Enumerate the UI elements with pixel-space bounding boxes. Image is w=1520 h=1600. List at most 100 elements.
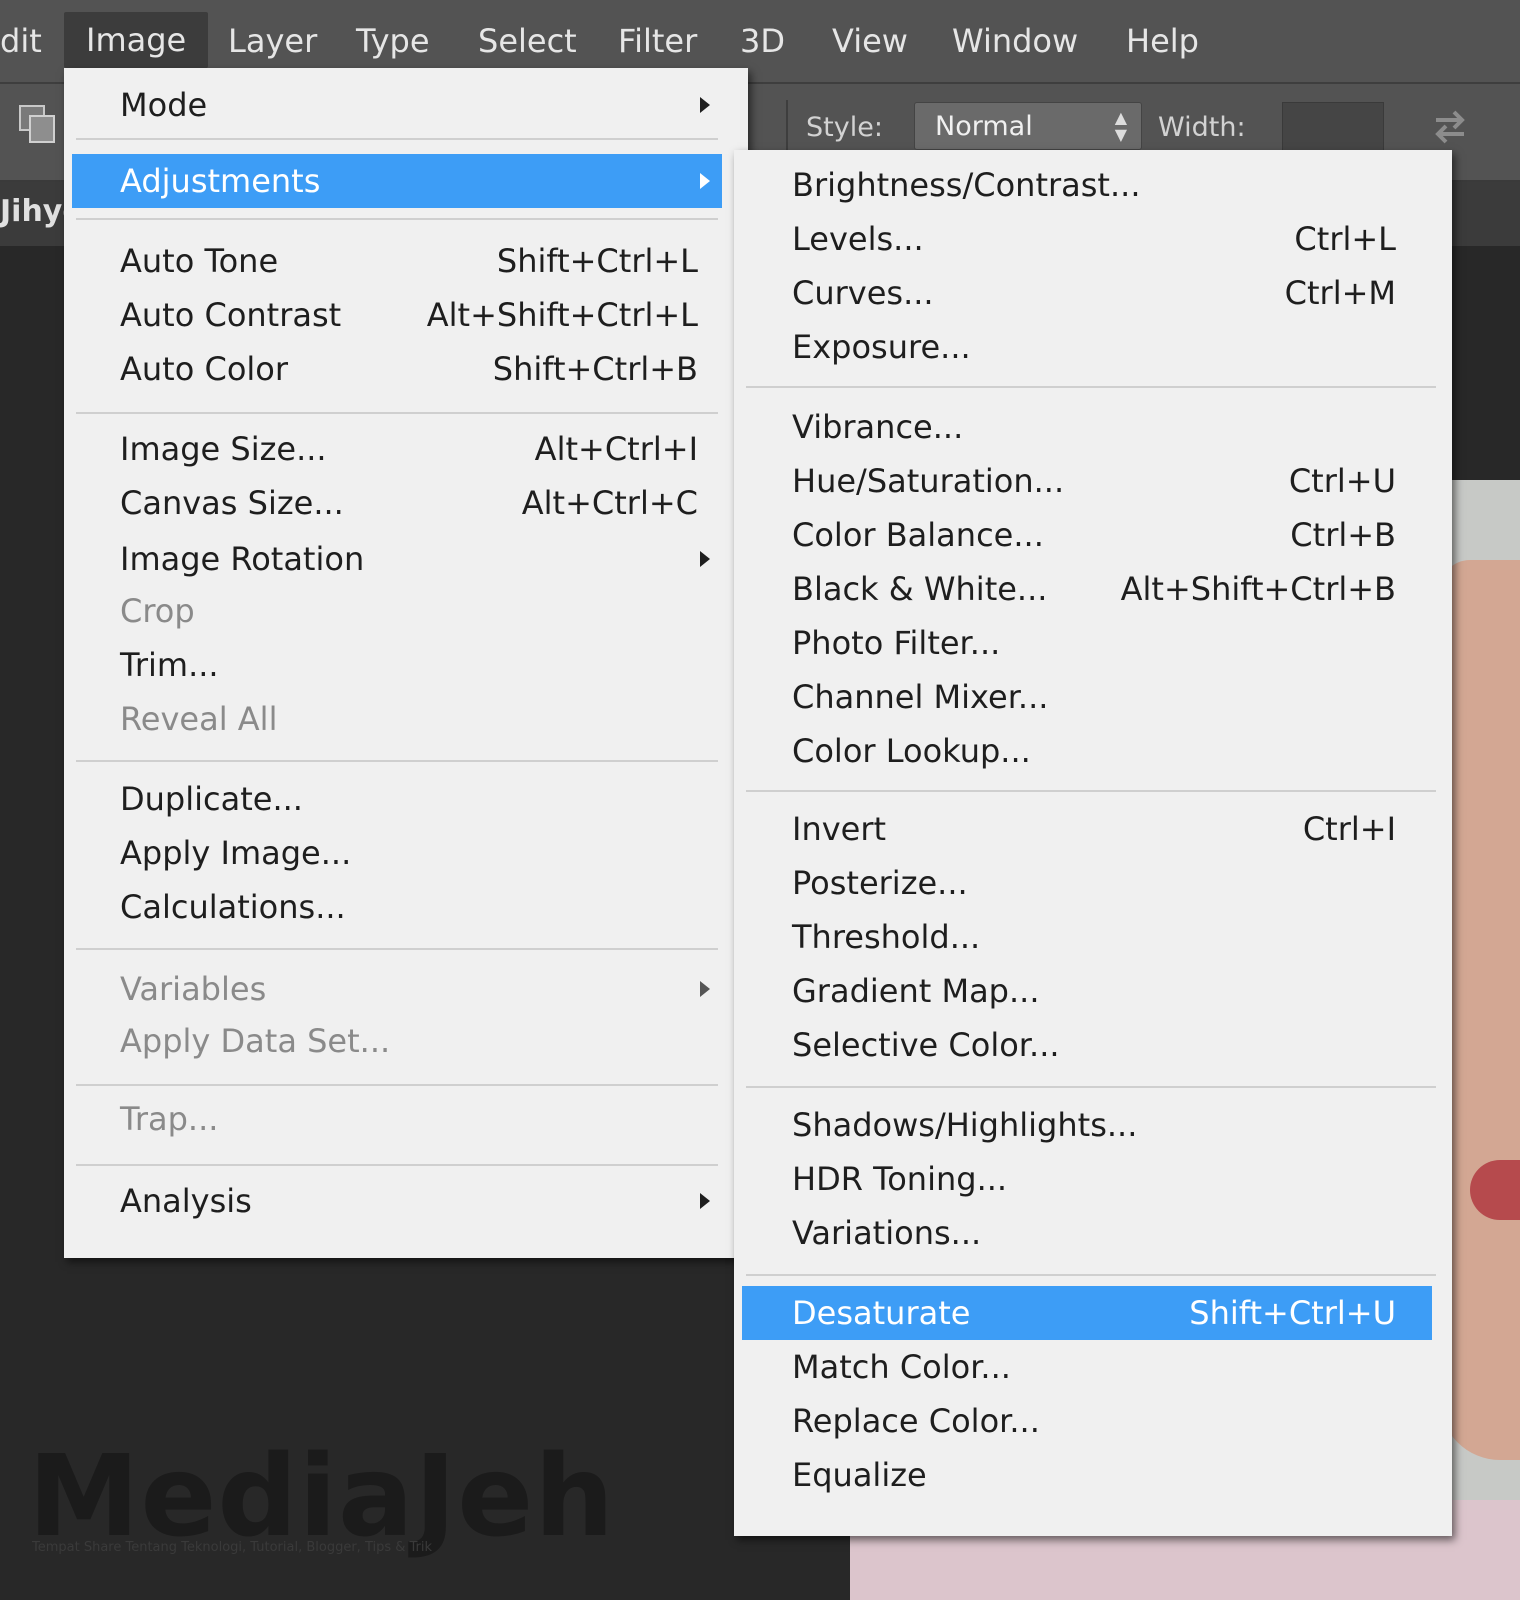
- menu-item-label: Color Lookup...: [792, 732, 1031, 770]
- menu-separator: [76, 412, 718, 414]
- menu-view[interactable]: View: [832, 18, 908, 64]
- menu-item-desaturate[interactable]: Desaturate Shift+Ctrl+U: [742, 1286, 1432, 1340]
- menu-item-label: Image Rotation: [120, 540, 365, 578]
- menu-item-threshold[interactable]: Threshold...: [742, 910, 1432, 964]
- menu-item-label: Vibrance...: [792, 408, 964, 446]
- menu-item-label: Mode: [120, 86, 208, 124]
- menu-item-label: Brightness/Contrast...: [792, 166, 1141, 204]
- menu-item-label: Exposure...: [792, 328, 971, 366]
- menu-item-variations[interactable]: Variations...: [742, 1206, 1432, 1260]
- menu-item-analysis[interactable]: Analysis: [72, 1174, 722, 1228]
- menu-separator: [76, 218, 718, 220]
- menu-type[interactable]: Type: [356, 18, 430, 64]
- menu-item-label: Posterize...: [792, 864, 968, 902]
- submenu-arrow-icon: [700, 981, 710, 997]
- swap-arrows-icon[interactable]: [1428, 106, 1472, 150]
- menu-item-selective-color[interactable]: Selective Color...: [742, 1018, 1432, 1072]
- menu-item-gradient-map[interactable]: Gradient Map...: [742, 964, 1432, 1018]
- menu-item-label: Photo Filter...: [792, 624, 1001, 662]
- menu-item-label: Threshold...: [792, 918, 981, 956]
- menu-separator: [746, 1274, 1436, 1276]
- menu-layer[interactable]: Layer: [228, 18, 317, 64]
- style-select[interactable]: Normal ▲ ▼: [914, 102, 1142, 150]
- photo-face-region: [1440, 560, 1520, 1460]
- menu-item-posterize[interactable]: Posterize...: [742, 856, 1432, 910]
- menu-item-image-rotation[interactable]: Image Rotation: [72, 532, 722, 586]
- menu-item-reveal-all[interactable]: Reveal All: [72, 692, 722, 746]
- menu-item-auto-contrast[interactable]: Auto Contrast Alt+Shift+Ctrl+L: [72, 288, 722, 342]
- menu-item-equalize[interactable]: Equalize: [742, 1448, 1432, 1502]
- marquee-tool-icon[interactable]: [18, 104, 58, 146]
- menu-filter[interactable]: Filter: [618, 18, 697, 64]
- menu-item-label: Color Balance...: [792, 516, 1044, 554]
- menu-item-color-lookup[interactable]: Color Lookup...: [742, 724, 1432, 778]
- submenu-arrow-icon: [700, 551, 710, 567]
- menu-item-label: Image Size...: [120, 430, 327, 468]
- image-menu: Mode Adjustments Auto Tone Shift+Ctrl+L …: [64, 68, 748, 1258]
- menu-item-shortcut: Ctrl+M: [1284, 274, 1396, 312]
- menu-item-auto-tone[interactable]: Auto Tone Shift+Ctrl+L: [72, 234, 722, 288]
- menu-item-image-size[interactable]: Image Size... Alt+Ctrl+I: [72, 422, 722, 476]
- menu-separator: [76, 1084, 718, 1086]
- menu-item-calculations[interactable]: Calculations...: [72, 880, 722, 934]
- menu-item-shortcut: Alt+Ctrl+I: [534, 430, 698, 468]
- menu-separator: [746, 790, 1436, 792]
- menu-item-shortcut: Alt+Shift+Ctrl+B: [1120, 570, 1396, 608]
- menu-item-hdr-toning[interactable]: HDR Toning...: [742, 1152, 1432, 1206]
- menu-item-match-color[interactable]: Match Color...: [742, 1340, 1432, 1394]
- menu-item-brightness-contrast[interactable]: Brightness/Contrast...: [742, 158, 1432, 212]
- menu-separator: [746, 1086, 1436, 1088]
- menu-3d[interactable]: 3D: [740, 18, 785, 64]
- menu-item-curves[interactable]: Curves... Ctrl+M: [742, 266, 1432, 320]
- menu-item-apply-data-set[interactable]: Apply Data Set...: [72, 1014, 722, 1068]
- menu-item-crop[interactable]: Crop: [72, 584, 722, 638]
- menu-item-label: Reveal All: [120, 700, 278, 738]
- menu-item-label: Shadows/Highlights...: [792, 1106, 1138, 1144]
- menu-item-label: Selective Color...: [792, 1026, 1060, 1064]
- submenu-arrow-icon: [700, 173, 710, 189]
- menu-item-label: Canvas Size...: [120, 484, 344, 522]
- menu-item-mode[interactable]: Mode: [72, 78, 722, 132]
- menu-item-invert[interactable]: Invert Ctrl+I: [742, 802, 1432, 856]
- menu-item-label: Desaturate: [792, 1294, 971, 1332]
- menu-separator: [76, 948, 718, 950]
- menu-item-black-white[interactable]: Black & White... Alt+Shift+Ctrl+B: [742, 562, 1432, 616]
- menu-separator: [76, 138, 718, 140]
- menu-item-duplicate[interactable]: Duplicate...: [72, 772, 722, 826]
- menu-image[interactable]: Image: [64, 12, 209, 68]
- menu-item-channel-mixer[interactable]: Channel Mixer...: [742, 670, 1432, 724]
- menu-item-shortcut: Shift+Ctrl+U: [1189, 1294, 1396, 1332]
- menu-item-replace-color[interactable]: Replace Color...: [742, 1394, 1432, 1448]
- menu-item-trim[interactable]: Trim...: [72, 638, 722, 692]
- menu-window[interactable]: Window: [952, 18, 1078, 64]
- menu-item-canvas-size[interactable]: Canvas Size... Alt+Ctrl+C: [72, 476, 722, 530]
- menu-edit[interactable]: dit: [0, 18, 42, 64]
- menu-item-label: Hue/Saturation...: [792, 462, 1065, 500]
- menu-item-shortcut: Alt+Shift+Ctrl+L: [426, 296, 698, 334]
- menu-help[interactable]: Help: [1126, 18, 1199, 64]
- menu-item-exposure[interactable]: Exposure...: [742, 320, 1432, 374]
- submenu-arrow-icon: [700, 97, 710, 113]
- menu-item-hue-saturation[interactable]: Hue/Saturation... Ctrl+U: [742, 454, 1432, 508]
- menu-item-adjustments[interactable]: Adjustments: [72, 154, 722, 208]
- menu-item-label: Variations...: [792, 1214, 982, 1252]
- menu-item-label: Trim...: [120, 646, 219, 684]
- menu-item-levels[interactable]: Levels... Ctrl+L: [742, 212, 1432, 266]
- select-arrows-icon: ▲ ▼: [1114, 108, 1127, 144]
- menu-item-variables[interactable]: Variables: [72, 962, 722, 1016]
- menu-item-auto-color[interactable]: Auto Color Shift+Ctrl+B: [72, 342, 722, 396]
- menu-select[interactable]: Select: [478, 18, 577, 64]
- menu-item-label: Duplicate...: [120, 780, 303, 818]
- menu-item-color-balance[interactable]: Color Balance... Ctrl+B: [742, 508, 1432, 562]
- menu-item-photo-filter[interactable]: Photo Filter...: [742, 616, 1432, 670]
- menu-item-trap[interactable]: Trap...: [72, 1092, 722, 1146]
- menu-item-label: Auto Tone: [120, 242, 279, 280]
- menu-separator: [746, 386, 1436, 388]
- menu-item-shadows-highlights[interactable]: Shadows/Highlights...: [742, 1098, 1432, 1152]
- menu-item-vibrance[interactable]: Vibrance...: [742, 400, 1432, 454]
- menu-item-label: Levels...: [792, 220, 924, 258]
- width-input[interactable]: [1282, 102, 1384, 152]
- menu-separator: [76, 1164, 718, 1166]
- menu-item-apply-image[interactable]: Apply Image...: [72, 826, 722, 880]
- menu-item-label: Crop: [120, 592, 195, 630]
